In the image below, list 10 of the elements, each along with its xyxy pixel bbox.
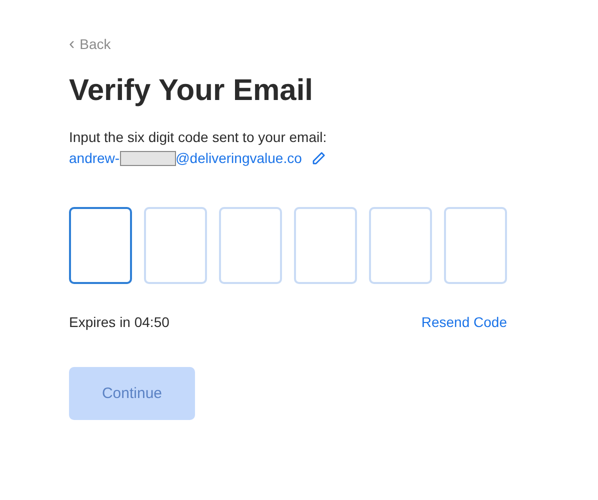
expiry-timer: Expires in 04:50 xyxy=(69,314,170,330)
instruction-text: Input the six digit code sent to your email: xyxy=(69,129,328,145)
back-link[interactable]: ‹ Back xyxy=(69,36,111,52)
resend-code-link[interactable]: Resend Code xyxy=(421,314,507,330)
chevron-left-icon: ‹ xyxy=(69,34,75,52)
email-text: andrew- xyxy=(69,150,120,166)
email-text: @deliveringvalue.co xyxy=(176,150,302,166)
pencil-icon[interactable] xyxy=(310,150,326,166)
code-digit-field[interactable] xyxy=(69,207,132,284)
page-title: Verify Your Email xyxy=(69,74,314,108)
